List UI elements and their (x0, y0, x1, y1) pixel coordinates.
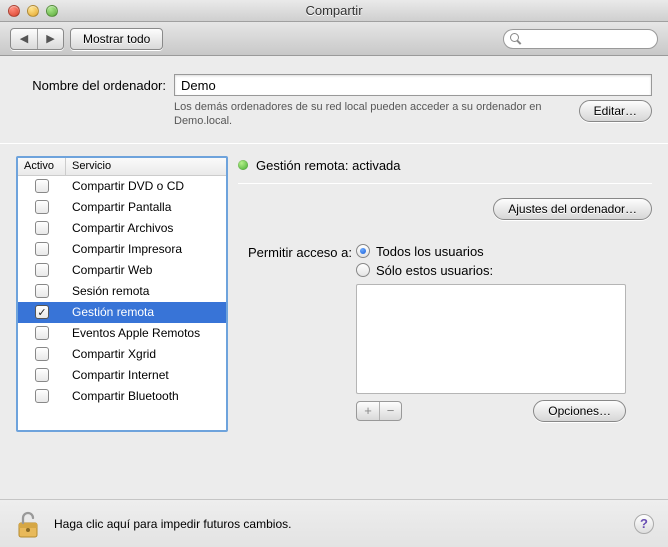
status-text: Gestión remota: activada (256, 158, 401, 173)
service-checkbox[interactable] (35, 179, 49, 193)
service-label: Compartir Web (66, 263, 226, 277)
service-checkbox[interactable] (35, 389, 49, 403)
search-input[interactable] (526, 33, 668, 45)
lock-button[interactable] (14, 509, 44, 539)
radio-all-users[interactable] (356, 244, 370, 258)
service-label: Gestión remota (66, 305, 226, 319)
detail-pane: Gestión remota: activada Ajustes del ord… (238, 156, 652, 432)
service-checkbox[interactable] (35, 263, 49, 277)
zoom-window-button[interactable] (46, 5, 58, 17)
service-label: Compartir Xgrid (66, 347, 226, 361)
status-row: Gestión remota: activada (238, 158, 652, 173)
users-listbox-controls: + − Opciones… (356, 400, 626, 422)
computer-name-row: Nombre del ordenador: (16, 74, 652, 96)
content-area: Nombre del ordenador: Los demás ordenado… (0, 56, 668, 432)
service-row[interactable]: Compartir Bluetooth (18, 386, 226, 407)
computer-name-hint-row: Los demás ordenadores de su red local pu… (16, 100, 652, 129)
service-label: Compartir Archivos (66, 221, 226, 235)
service-label: Compartir Impresora (66, 242, 226, 256)
service-label: Compartir Bluetooth (66, 389, 226, 403)
service-checkbox[interactable]: ✓ (35, 305, 49, 319)
allow-access-row: Permitir acceso a: Todos los usuarios Só… (238, 244, 652, 278)
chevron-left-icon: ◀ (20, 32, 28, 45)
service-label: Compartir Pantalla (66, 200, 226, 214)
services-rows: Compartir DVD o CD Compartir Pantalla Comp… (18, 176, 226, 430)
back-button[interactable]: ◀ (11, 29, 37, 49)
service-row[interactable]: Compartir Impresora (18, 239, 226, 260)
computer-name-label: Nombre del ordenador: (16, 78, 166, 93)
service-row[interactable]: Compartir DVD o CD (18, 176, 226, 197)
service-row[interactable]: Compartir Xgrid (18, 344, 226, 365)
radio-only-users-label: Sólo estos usuarios: (376, 263, 493, 278)
detail-divider (238, 183, 652, 184)
forward-button[interactable]: ▶ (37, 29, 63, 49)
services-header-service: Servicio (66, 158, 226, 175)
services-list[interactable]: Activo Servicio Compartir DVD o CDCompar… (16, 156, 228, 432)
options-button[interactable]: Opciones… (533, 400, 626, 422)
lock-open-icon (16, 511, 42, 539)
service-row[interactable]: Eventos Apple Remotos (18, 323, 226, 344)
remove-user-button[interactable]: − (379, 402, 401, 420)
service-row[interactable]: Compartir Internet (18, 365, 226, 386)
add-user-button[interactable]: + (357, 402, 379, 420)
service-row[interactable]: Compartir Pantalla (18, 197, 226, 218)
service-checkbox[interactable] (35, 284, 49, 298)
radio-all-users-row[interactable]: Todos los usuarios (356, 244, 652, 259)
computer-name-field[interactable] (174, 74, 652, 96)
computer-name-hint: Los demás ordenadores de su red local pu… (174, 100, 571, 129)
radio-only-users[interactable] (356, 263, 370, 277)
service-checkbox[interactable] (35, 200, 49, 214)
service-label: Compartir DVD o CD (66, 179, 226, 193)
service-row[interactable]: Compartir Web (18, 260, 226, 281)
services-header-active: Activo (18, 158, 66, 175)
service-label: Eventos Apple Remotos (66, 326, 226, 340)
toolbar: ◀ ▶ Mostrar todo (0, 22, 668, 56)
service-label: Compartir Internet (66, 368, 226, 382)
service-checkbox[interactable] (35, 242, 49, 256)
traffic-lights (8, 5, 58, 17)
service-checkbox[interactable] (35, 347, 49, 361)
search-icon (510, 33, 522, 45)
window-titlebar: Compartir (0, 0, 668, 22)
service-checkbox[interactable] (35, 326, 49, 340)
close-window-button[interactable] (8, 5, 20, 17)
service-row[interactable]: ✓ Gestión remota (18, 302, 226, 323)
radio-only-users-row[interactable]: Sólo estos usuarios: (356, 263, 652, 278)
chevron-right-icon: ▶ (46, 32, 54, 45)
help-button[interactable]: ? (634, 514, 654, 534)
help-icon: ? (640, 516, 648, 531)
edit-name-button[interactable]: Editar… (579, 100, 652, 122)
computer-settings-button[interactable]: Ajustes del ordenador… (493, 198, 652, 220)
lock-text[interactable]: Haga clic aquí para impedir futuros camb… (54, 517, 291, 531)
footer: Haga clic aquí para impedir futuros camb… (0, 499, 668, 547)
services-header: Activo Servicio (18, 158, 226, 176)
service-label: Sesión remota (66, 284, 226, 298)
minimize-window-button[interactable] (27, 5, 39, 17)
add-remove-segmented: + − (356, 401, 402, 421)
service-checkbox[interactable] (35, 221, 49, 235)
service-row[interactable]: Sesión remota (18, 281, 226, 302)
window-title: Compartir (0, 3, 668, 18)
service-checkbox[interactable] (35, 368, 49, 382)
show-all-button[interactable]: Mostrar todo (70, 28, 163, 50)
allow-access-label: Permitir acceso a: (238, 244, 352, 260)
radio-all-users-label: Todos los usuarios (376, 244, 484, 259)
search-field-wrap[interactable] (503, 29, 658, 49)
main-row: Activo Servicio Compartir DVD o CDCompar… (16, 144, 652, 432)
status-dot-icon (238, 160, 248, 170)
nav-segmented: ◀ ▶ (10, 28, 64, 50)
service-row[interactable]: Compartir Archivos (18, 218, 226, 239)
users-listbox[interactable] (356, 284, 626, 394)
